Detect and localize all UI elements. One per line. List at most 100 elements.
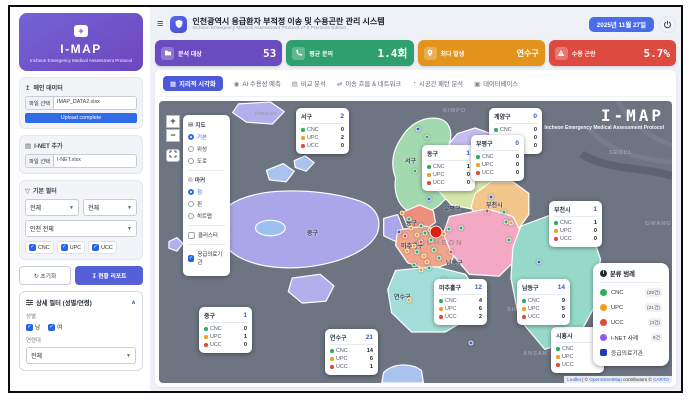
case-marker[interactable] bbox=[429, 238, 434, 243]
map-watermark: I-MAP Incheon Emergency Medical Assessme… bbox=[544, 106, 664, 131]
case-marker[interactable] bbox=[432, 248, 437, 253]
case-marker[interactable] bbox=[400, 211, 405, 216]
page-title: 인천광역시 응급환자 부적정 이송 및 수용곤란 관리 시스템 bbox=[192, 17, 384, 26]
case-marker[interactable] bbox=[502, 210, 507, 215]
upc-checkbox[interactable]: ✓UPC bbox=[57, 241, 85, 254]
case-marker[interactable] bbox=[419, 224, 424, 229]
marker-style-pin[interactable]: 핀 bbox=[188, 200, 225, 208]
basic-filter-section: ▽기본 필터 전체▼ 전체▼ 인천 전체▼ ✓CNC ✓UPC ✓UCC bbox=[19, 180, 143, 260]
legend-item: I-NET 사례8건 bbox=[600, 330, 662, 345]
cnc-checkbox[interactable]: ✓CNC bbox=[25, 241, 54, 254]
region-select[interactable]: 인천 전체▼ bbox=[25, 220, 137, 237]
tab-database[interactable]: ▣데이터베이스 bbox=[474, 79, 518, 88]
power-icon bbox=[663, 20, 672, 29]
zoom-in-button[interactable]: + bbox=[166, 115, 180, 128]
region-popup: 부천시1CNC1UPC0UCC0 bbox=[549, 201, 602, 247]
region-label: 중구 bbox=[307, 228, 318, 237]
cluster-checkbox[interactable]: 클러스터 bbox=[188, 231, 225, 239]
ai-icon: ◉ bbox=[234, 80, 240, 88]
age-select[interactable]: 전체▼ bbox=[26, 347, 136, 364]
male-checkbox[interactable]: ✓남 bbox=[26, 323, 40, 331]
bar-chart-icon: ▤ bbox=[292, 80, 298, 88]
main-data-file-input[interactable]: 파일 선택 IMAP_DATA2.xlsx bbox=[25, 96, 137, 110]
file-select-button[interactable]: 파일 선택 bbox=[26, 97, 54, 109]
case-marker[interactable] bbox=[419, 240, 424, 245]
case-marker[interactable] bbox=[507, 238, 512, 243]
tab-transport-network[interactable]: ⇄이송 흐름 & 네트워크 bbox=[337, 79, 401, 88]
hospital-marker[interactable] bbox=[469, 341, 474, 346]
phone-icon bbox=[292, 47, 305, 60]
case-marker[interactable] bbox=[449, 250, 454, 255]
case-marker[interactable] bbox=[423, 231, 428, 236]
case-marker[interactable] bbox=[437, 256, 442, 261]
page-subtitle: Incheon Emergency Medical Assessment Pro… bbox=[192, 26, 384, 31]
case-marker[interactable] bbox=[403, 234, 408, 239]
case-marker[interactable] bbox=[419, 268, 424, 273]
emergency-facility-checkbox[interactable]: ✓응급의료기관 bbox=[188, 250, 225, 266]
layers-icon: ▤ bbox=[188, 122, 193, 128]
report-button[interactable]: ↧ 현황 리포트 bbox=[75, 266, 143, 285]
region-popup: 서구2CNC0UPC2UCC0 bbox=[296, 108, 349, 154]
ucc-checkbox[interactable]: ✓UCC bbox=[88, 241, 117, 254]
region-popup: 남동구14CNC9UPC5UCC0 bbox=[517, 279, 570, 325]
case-marker[interactable] bbox=[459, 226, 464, 231]
marker-style-heatmap[interactable]: 히트맵 bbox=[188, 212, 225, 220]
hospital-marker[interactable] bbox=[397, 230, 402, 235]
database-icon: ▤ bbox=[25, 142, 31, 150]
map-panel: ▦지리적 시각화 ◉AI 수용성 예측 ▤비교 분석 ⇄이송 흐름 & 네트워크… bbox=[155, 70, 676, 387]
case-marker[interactable] bbox=[415, 233, 420, 238]
map-style-basic[interactable]: 기본 bbox=[188, 133, 225, 141]
attribution-link[interactable]: CARTO bbox=[653, 377, 669, 382]
hospital-marker[interactable] bbox=[489, 195, 494, 200]
hamburger-menu-icon[interactable]: ≡ bbox=[155, 18, 165, 30]
filter-select-2[interactable]: 전체▼ bbox=[83, 199, 137, 216]
tab-geographic-visualization[interactable]: ▦지리적 시각화 bbox=[163, 76, 223, 91]
attribution-link[interactable]: OpenStreetMap bbox=[589, 377, 621, 382]
tab-spatiotemporal[interactable]: ◔시공간 패턴 분석 bbox=[412, 79, 463, 88]
case-marker[interactable] bbox=[412, 244, 417, 249]
warning-icon bbox=[555, 47, 568, 60]
fullscreen-button[interactable] bbox=[166, 149, 180, 162]
region-label: 남동구 bbox=[446, 258, 463, 267]
tab-ai-prediction[interactable]: ◉AI 수용성 예측 bbox=[234, 79, 281, 88]
filter-select-1[interactable]: 전체▼ bbox=[25, 199, 79, 216]
case-marker[interactable] bbox=[409, 226, 414, 231]
power-button[interactable] bbox=[659, 16, 676, 33]
hospital-marker[interactable] bbox=[537, 260, 542, 265]
case-marker[interactable] bbox=[425, 135, 430, 140]
logo-title: I-MAP bbox=[23, 42, 139, 56]
detail-filter-header[interactable]: 상세 필터 (성별/연령) ∧ bbox=[26, 298, 136, 307]
marker-style-dot[interactable]: 점 bbox=[188, 188, 225, 196]
logo-subtitle: Incheon Emergency Medical Assessment Pro… bbox=[23, 58, 139, 64]
case-marker[interactable] bbox=[415, 250, 420, 255]
attribution-link[interactable]: Leaflet bbox=[567, 377, 581, 382]
case-marker[interactable] bbox=[425, 260, 430, 265]
case-marker[interactable] bbox=[407, 298, 412, 303]
case-marker[interactable] bbox=[405, 249, 410, 254]
reset-button[interactable]: ↻ 초기화 bbox=[19, 266, 71, 285]
sliders-icon bbox=[26, 299, 33, 306]
case-marker[interactable] bbox=[485, 209, 490, 214]
case-marker[interactable] bbox=[407, 217, 412, 222]
city-label: ANSAN bbox=[523, 351, 548, 357]
tab-comparison[interactable]: ▤비교 분석 bbox=[292, 79, 326, 88]
region-popup: 부평구0CNC0UPC0UCC0 bbox=[471, 135, 524, 181]
case-marker[interactable] bbox=[412, 263, 417, 268]
zoom-out-button[interactable]: − bbox=[166, 129, 180, 142]
city-label: Hwado bbox=[255, 111, 278, 117]
file-select-button[interactable]: 파일 선택 bbox=[26, 155, 54, 167]
case-marker[interactable] bbox=[413, 169, 418, 174]
inet-file-input[interactable]: 파일 선택 I-NET.xlsx bbox=[25, 154, 137, 168]
case-marker[interactable] bbox=[422, 254, 427, 259]
map-canvas[interactable]: + − ▤지도 기본 위성 도로 ◎마커 점 핀 히트맵 bbox=[159, 101, 672, 383]
hospital-marker[interactable] bbox=[427, 197, 432, 202]
case-marker[interactable] bbox=[427, 266, 432, 271]
map-style-road[interactable]: 도로 bbox=[188, 157, 225, 165]
case-marker[interactable] bbox=[509, 221, 514, 226]
hospital-marker[interactable] bbox=[416, 127, 421, 132]
marker-style-label: 마커 bbox=[195, 176, 205, 184]
case-marker[interactable] bbox=[447, 227, 452, 232]
map-style-satellite[interactable]: 위성 bbox=[188, 145, 225, 153]
case-marker[interactable] bbox=[430, 226, 443, 239]
female-checkbox[interactable]: ✓여 bbox=[48, 323, 62, 331]
